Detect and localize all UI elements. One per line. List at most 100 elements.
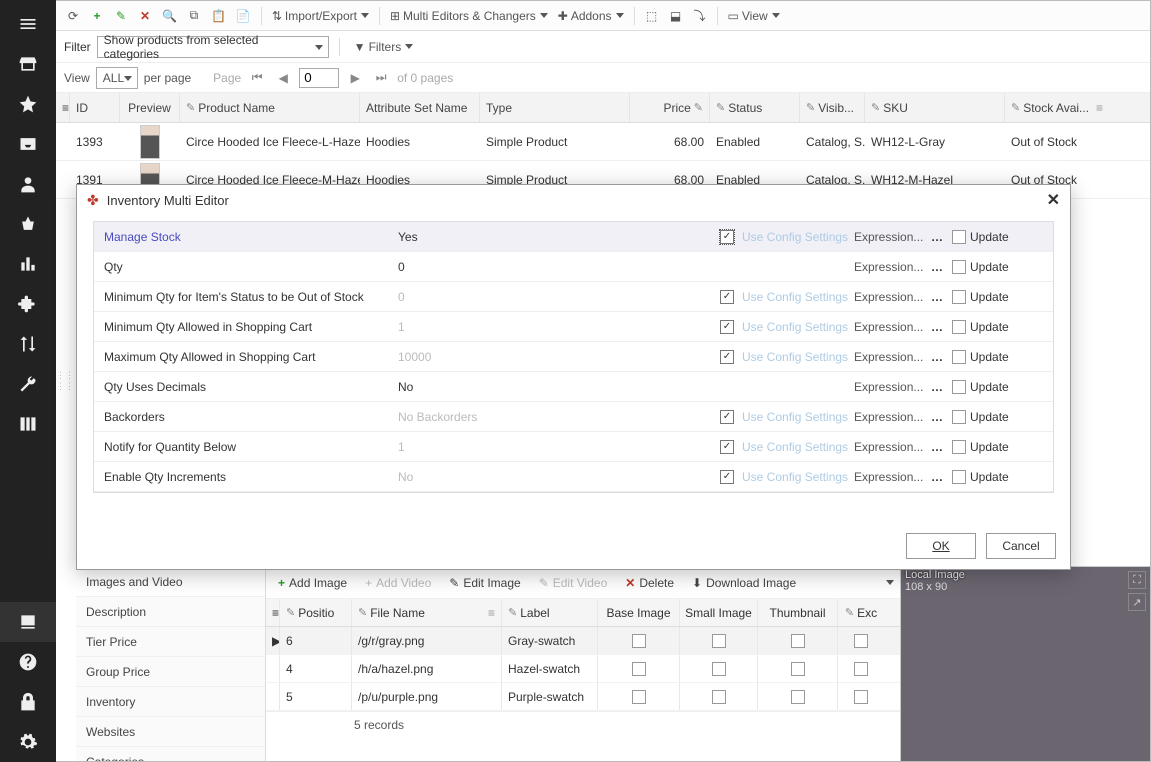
update-checkbox[interactable] [952, 260, 966, 274]
puzzle-icon[interactable] [0, 284, 56, 324]
tab-websites[interactable]: Websites [76, 717, 265, 747]
config-checkbox[interactable]: ✓ [720, 440, 734, 454]
base-checkbox[interactable] [632, 634, 646, 648]
image-row[interactable]: 4/h/a/hazel.pngHazel-swatch [266, 655, 900, 683]
modal-row-value[interactable]: 10000 [394, 350, 712, 364]
ok-button[interactable]: OK [906, 533, 976, 559]
img-col-base[interactable]: Base Image [598, 599, 680, 626]
delete-icon[interactable]: ✕ [134, 5, 156, 27]
base-checkbox[interactable] [632, 690, 646, 704]
copy-icon[interactable]: ⧉ [183, 5, 205, 27]
columns-icon[interactable] [0, 404, 56, 444]
user-icon[interactable] [0, 164, 56, 204]
import-export-dropdown[interactable]: ⇅ Import/Export [268, 5, 373, 27]
more-button[interactable]: … [926, 380, 948, 394]
col-sku[interactable]: ✎SKU [865, 93, 1005, 122]
modal-row-value[interactable]: Yes [394, 230, 712, 244]
modal-row-value[interactable]: 0 [394, 290, 712, 304]
update-checkbox[interactable] [952, 380, 966, 394]
config-checkbox[interactable]: ✓ [720, 290, 734, 304]
filters-dropdown[interactable]: ▼ Filters [350, 36, 418, 58]
cancel-button[interactable]: Cancel [986, 533, 1056, 559]
image-row[interactable]: ▶6/g/r/gray.pngGray-swatch [266, 627, 900, 655]
view-selector[interactable]: ALL [96, 67, 138, 89]
img-col-label[interactable]: ✎Label [502, 599, 598, 626]
edit-image-button[interactable]: ✎Edit Image [443, 574, 526, 592]
img-col-position[interactable]: ✎Positio [280, 599, 352, 626]
modal-row-value[interactable]: 0 [394, 260, 712, 274]
tray-icon[interactable] [0, 602, 56, 642]
col-price[interactable]: Price✎ [630, 93, 710, 122]
img-col-file[interactable]: ✎File Name≡ [352, 599, 502, 626]
add-video-button[interactable]: +Add Video [359, 574, 437, 592]
exclude-checkbox[interactable] [854, 662, 868, 676]
update-checkbox[interactable] [952, 470, 966, 484]
modal-row-value[interactable]: 1 [394, 440, 712, 454]
col-product-name[interactable]: ✎Product Name [180, 93, 360, 122]
update-checkbox[interactable] [952, 440, 966, 454]
update-checkbox[interactable] [952, 350, 966, 364]
gear-icon[interactable] [0, 722, 56, 762]
delete-button[interactable]: ✕Delete [619, 574, 680, 592]
inbox-icon[interactable] [0, 124, 56, 164]
chart-icon[interactable] [0, 244, 56, 284]
thumb-checkbox[interactable] [791, 662, 805, 676]
search-icon[interactable]: 🔍 [158, 5, 181, 27]
add-icon[interactable]: + [86, 5, 108, 27]
page-input[interactable] [299, 68, 339, 88]
prev-page-button[interactable]: ◀ [273, 68, 293, 88]
tab-group-price[interactable]: Group Price [76, 657, 265, 687]
menu-icon[interactable] [0, 4, 56, 44]
next-page-button[interactable]: ▶ [345, 68, 365, 88]
config-checkbox[interactable]: ✓ [720, 320, 734, 334]
tab-description[interactable]: Description [76, 597, 265, 627]
addons-dropdown[interactable]: ✚ Addons [554, 5, 628, 27]
expression-link[interactable]: Expression... [854, 230, 926, 244]
exclude-checkbox[interactable] [854, 634, 868, 648]
tab-categories[interactable]: Categories [76, 747, 265, 761]
expression-link[interactable]: Expression... [854, 440, 926, 454]
edit-video-button[interactable]: ✎Edit Video [533, 574, 614, 592]
update-checkbox[interactable] [952, 230, 966, 244]
store-icon[interactable] [0, 44, 56, 84]
col-status[interactable]: ✎Status [710, 93, 800, 122]
small-checkbox[interactable] [712, 690, 726, 704]
more-button[interactable]: … [926, 410, 948, 424]
refresh-icon[interactable]: ⟳ [62, 5, 84, 27]
base-checkbox[interactable] [632, 662, 646, 676]
wrench-icon[interactable] [0, 364, 56, 404]
thumb-checkbox[interactable] [791, 634, 805, 648]
modal-row-value[interactable]: No Backorders [394, 410, 712, 424]
more-button[interactable]: … [926, 230, 948, 244]
tool1-icon[interactable]: ⬚ [641, 5, 663, 27]
modal-row-value[interactable]: No [394, 380, 712, 394]
thumb-checkbox[interactable] [791, 690, 805, 704]
img-col-small[interactable]: Small Image [680, 599, 758, 626]
expression-link[interactable]: Expression... [854, 380, 926, 394]
expression-link[interactable]: Expression... [854, 290, 926, 304]
sort-icon[interactable] [0, 324, 56, 364]
multi-editors-dropdown[interactable]: ⊞ Multi Editors & Changers [386, 5, 552, 27]
filter-selector[interactable]: Show products from selected categories [97, 36, 329, 58]
star-icon[interactable] [0, 84, 56, 124]
config-checkbox[interactable]: ✓ [720, 410, 734, 424]
toolbar-caret-icon[interactable] [886, 580, 894, 585]
view-dropdown[interactable]: ▭ View [724, 5, 784, 27]
tool3-icon[interactable]: ⤵ [689, 5, 711, 27]
more-button[interactable]: … [926, 440, 948, 454]
help-icon[interactable] [0, 642, 56, 682]
expression-link[interactable]: Expression... [854, 350, 926, 364]
close-icon[interactable]: ✕ [1047, 190, 1060, 210]
update-checkbox[interactable] [952, 410, 966, 424]
table-row[interactable]: 1393Circe Hooded Ice Fleece-L-HazelHoodi… [56, 123, 1150, 161]
basket-icon[interactable] [0, 204, 56, 244]
tool2-icon[interactable]: ⬓ [665, 5, 687, 27]
small-checkbox[interactable] [712, 662, 726, 676]
add-image-button[interactable]: +Add Image [272, 574, 353, 592]
col-visibility[interactable]: ✎Visib... [800, 93, 865, 122]
col-stock[interactable]: ✎Stock Avai...≡ [1005, 93, 1125, 122]
small-checkbox[interactable] [712, 634, 726, 648]
last-page-button[interactable]: ⏭ [371, 68, 391, 88]
download-image-button[interactable]: ⬇Download Image [686, 574, 802, 592]
more-button[interactable]: … [926, 320, 948, 334]
